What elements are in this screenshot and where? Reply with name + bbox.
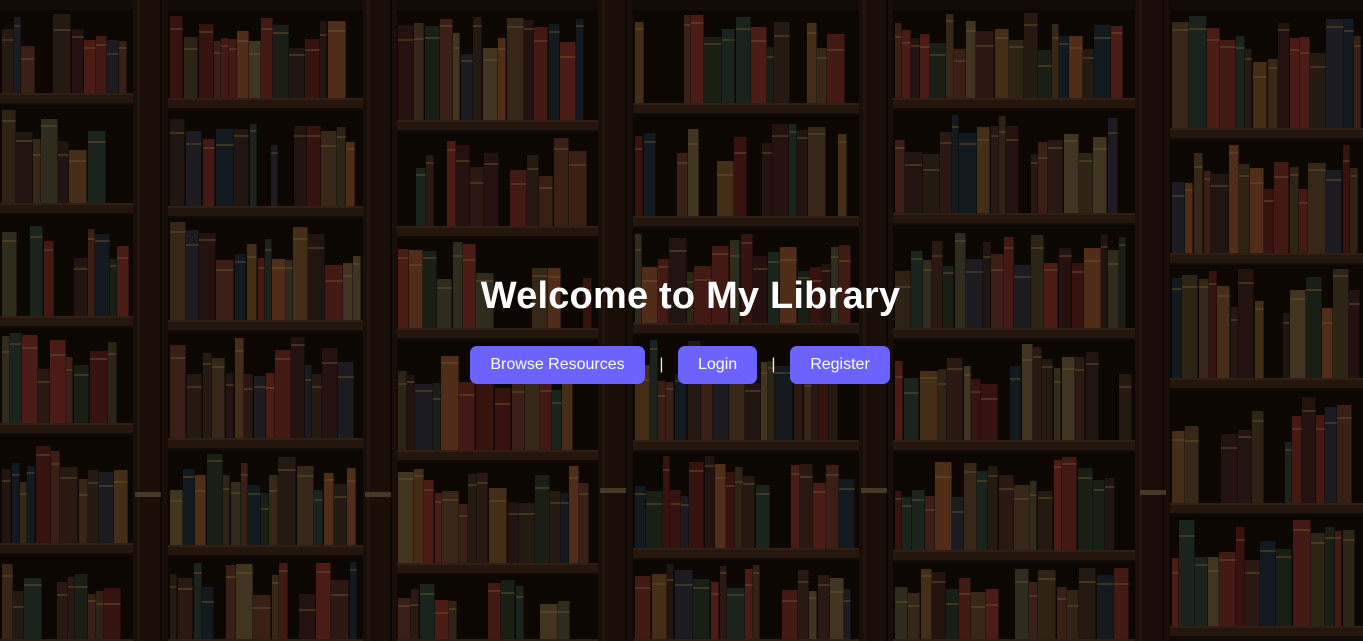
browse-resources-button[interactable]: Browse Resources [470, 346, 645, 384]
hero-section: Welcome to My Library Browse Resources |… [0, 0, 1363, 641]
hero-content: Welcome to My Library Browse Resources |… [0, 0, 1363, 641]
nav-separator: | [771, 356, 776, 373]
register-button[interactable]: Register [790, 346, 890, 384]
login-button[interactable]: Login [678, 346, 757, 384]
page-title: Welcome to My Library [480, 275, 901, 317]
nav-separator: | [659, 356, 664, 373]
hero-nav: Browse Resources | Login | Register [470, 346, 890, 384]
